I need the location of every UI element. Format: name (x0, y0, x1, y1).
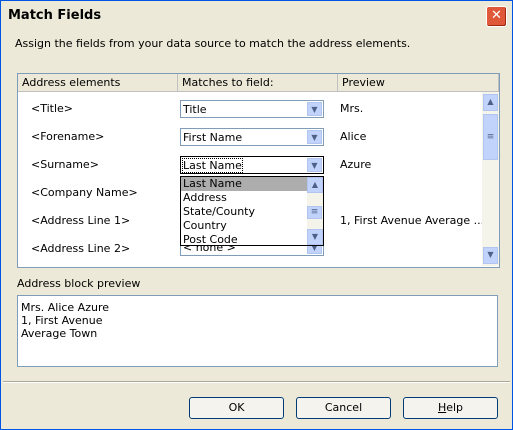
dialog-title: Match Fields (8, 8, 102, 23)
dropdown-option-state-county[interactable]: State/County (181, 205, 307, 219)
element-company-name-label: <Company Name> (31, 186, 138, 199)
header-matches-to-field[interactable]: Matches to field: (178, 74, 338, 92)
ok-button[interactable]: OK (189, 397, 284, 419)
help-label-rest: elp (446, 401, 464, 414)
chevron-down-icon[interactable]: ▼ (307, 158, 322, 172)
chevron-down-icon[interactable]: ▼ (483, 247, 498, 264)
dropdown-option-country[interactable]: Country (181, 219, 307, 233)
chevron-up-icon[interactable]: ▲ (483, 94, 498, 111)
grid-scroll-thumb[interactable]: ≡ (483, 114, 498, 160)
chevron-up-icon[interactable]: ▲ (307, 177, 323, 193)
header-address-elements[interactable]: Address elements (18, 74, 178, 92)
address-block-preview: Mrs. Alice Azure 1, First Avenue Average… (17, 295, 498, 367)
element-title-label: <Title> (31, 102, 74, 115)
surname-dropdown-list: Last Name Address State/County Country P… (180, 176, 324, 246)
element-address-line2-label: <Address Line 2> (31, 242, 131, 255)
surname-field-select[interactable]: Last Name ▼ (180, 156, 324, 174)
dropdown-scroll-thumb[interactable]: ≡ (307, 206, 322, 219)
dropdown-option-last-name[interactable]: Last Name (181, 177, 307, 191)
address-line: Mrs. Alice Azure (21, 301, 110, 314)
forename-field-value: First Name (183, 131, 243, 144)
close-button[interactable]: ✕ (486, 6, 507, 27)
chevron-down-icon[interactable]: ▼ (307, 130, 322, 144)
preview-surname: Azure (340, 158, 372, 171)
dropdown-option-post-code[interactable]: Post Code (181, 233, 307, 247)
element-address-line1-label: <Address Line 1> (31, 214, 131, 227)
cancel-button[interactable]: Cancel (296, 397, 391, 419)
preview-forename: Alice (340, 130, 367, 143)
field-mapping-grid: Address elements Matches to field: Previ… (17, 73, 500, 268)
forename-field-select[interactable]: First Name ▼ (180, 128, 324, 146)
title-field-select[interactable]: Title ▼ (180, 100, 324, 118)
title-field-value: Title (183, 103, 207, 116)
preview-title: Mrs. (340, 102, 364, 115)
element-surname-label: <Surname> (31, 158, 99, 171)
chevron-down-icon[interactable]: ▼ (307, 102, 322, 116)
element-forename-label: <Forename> (31, 130, 105, 143)
grid-scrollbar[interactable]: ▲ ≡ ▼ (482, 92, 499, 266)
address-block-preview-label: Address block preview (17, 277, 141, 290)
instruction-text: Assign the fields from your data source … (15, 37, 411, 50)
match-fields-dialog: Match Fields ✕ Assign the fields from yo… (0, 0, 513, 430)
header-preview[interactable]: Preview (338, 74, 499, 92)
surname-field-value: Last Name (182, 158, 243, 173)
preview-address-line1: 1, First Avenue Average ... (340, 214, 485, 227)
title-bar: Match Fields ✕ (1, 1, 512, 31)
divider (3, 381, 510, 383)
address-line: 1, First Avenue (21, 314, 103, 327)
address-line: Average Town (21, 327, 98, 340)
dropdown-scrollbar[interactable]: ▲ ≡ ▼ (307, 177, 323, 245)
chevron-down-icon[interactable]: ▼ (307, 229, 323, 245)
dropdown-option-address[interactable]: Address (181, 191, 307, 205)
help-mnemonic: H (437, 401, 447, 414)
help-button[interactable]: Help (403, 397, 498, 419)
